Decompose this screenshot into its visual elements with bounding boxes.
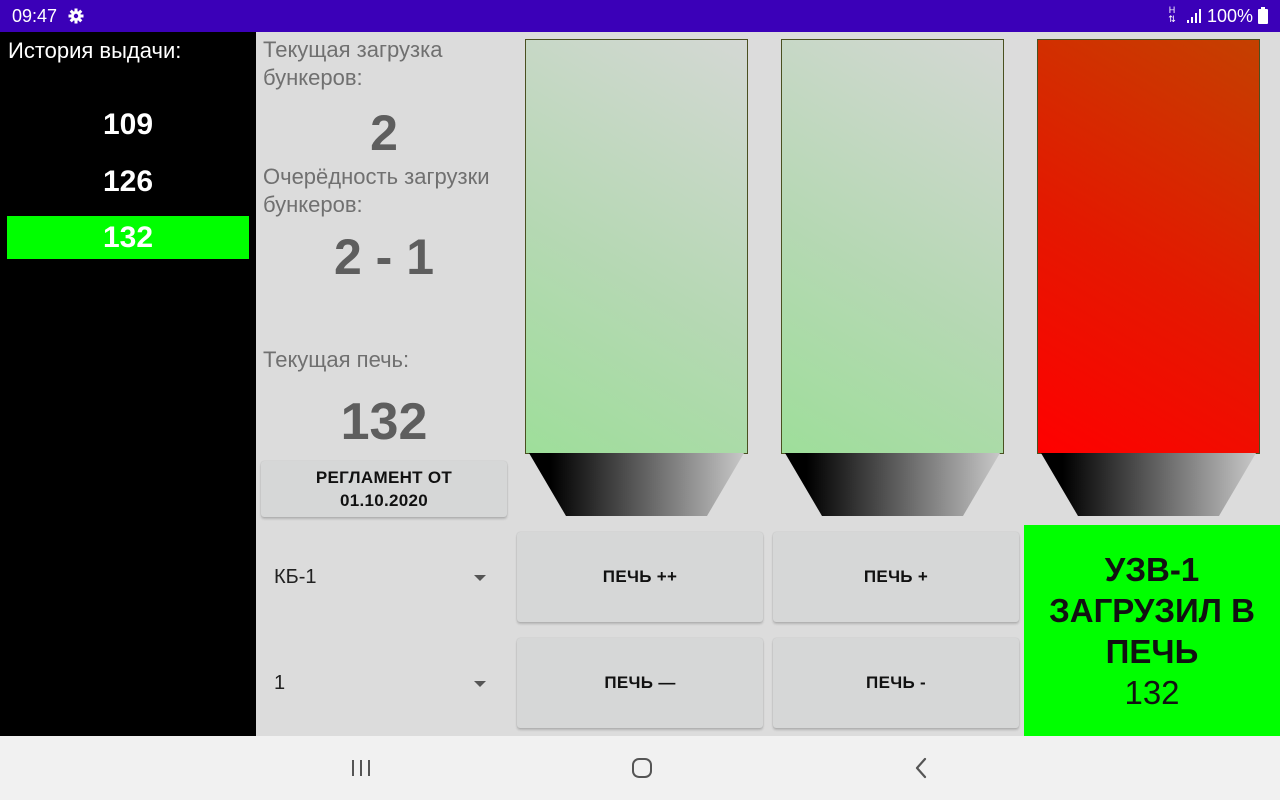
signal-icon <box>1187 9 1201 23</box>
hopper-2-funnel <box>785 453 1000 516</box>
history-item-active[interactable]: 132 <box>7 216 249 259</box>
hopper-1-funnel <box>529 453 744 516</box>
status-panel: УЗВ-1 ЗАГРУЗИЛ В ПЕЧЬ 132 <box>1024 525 1280 736</box>
history-panel: История выдачи: 109 126 132 <box>0 32 256 736</box>
status-line-1: УЗВ-1 <box>1104 551 1200 588</box>
network-type-indicator: H ⇅ <box>1168 5 1176 24</box>
navigation-bar <box>0 736 1280 800</box>
status-line-4: 132 <box>1124 674 1180 711</box>
status-bar: 09:47 H ⇅ 100% <box>0 0 1280 32</box>
unit-dropdown-value: КБ-1 <box>274 566 317 588</box>
history-item[interactable]: 126 <box>7 160 249 203</box>
chevron-down-icon <box>474 681 486 687</box>
current-load-value: 2 <box>370 105 398 161</box>
battery-icon <box>1258 7 1268 24</box>
gear-icon <box>68 8 84 24</box>
history-title: История выдачи: <box>8 38 182 63</box>
recent-apps-icon[interactable] <box>349 756 373 780</box>
unit-dropdown[interactable]: КБ-1 <box>262 550 504 606</box>
history-item[interactable]: 109 <box>7 103 249 146</box>
furnace-minus-button[interactable]: ПЕЧЬ - <box>773 638 1019 728</box>
order-label: Очерёдность загрузки бункеров: <box>263 164 490 217</box>
battery-percent: 100% <box>1207 6 1254 26</box>
chevron-down-icon <box>474 575 486 581</box>
status-line-3: ПЕЧЬ <box>1105 633 1199 670</box>
back-icon[interactable] <box>910 756 934 780</box>
regulation-button[interactable]: РЕГЛАМЕНТ ОТ 01.10.2020 <box>261 461 507 517</box>
home-icon[interactable] <box>630 756 654 780</box>
furnace-plus-plus-button[interactable]: ПЕЧЬ ++ <box>517 532 763 622</box>
status-line-2: ЗАГРУЗИЛ В <box>1049 592 1255 629</box>
hopper-1 <box>525 39 748 454</box>
current-furnace-label: Текущая печь: <box>263 347 410 372</box>
furnace-minus-minus-button[interactable]: ПЕЧЬ — <box>517 638 763 728</box>
hopper-2 <box>781 39 1004 454</box>
status-time: 09:47 <box>12 6 58 26</box>
number-dropdown[interactable]: 1 <box>262 656 504 712</box>
hopper-3 <box>1037 39 1260 454</box>
hopper-3-funnel <box>1041 453 1256 516</box>
order-value: 2 - 1 <box>333 229 435 285</box>
number-dropdown-value: 1 <box>274 672 286 694</box>
current-furnace-value: 132 <box>340 393 428 451</box>
furnace-plus-button[interactable]: ПЕЧЬ + <box>773 532 1019 622</box>
current-load-label: Текущая загрузка бункеров: <box>263 37 443 90</box>
